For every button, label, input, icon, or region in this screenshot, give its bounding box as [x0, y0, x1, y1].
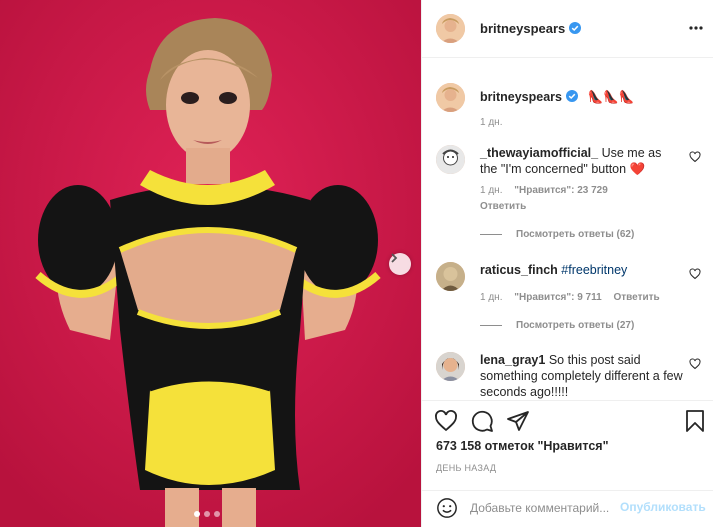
- smiley-icon[interactable]: [436, 497, 458, 519]
- likes-count[interactable]: 673 158 отметок "Нравится": [436, 439, 609, 453]
- divider-line: [480, 234, 502, 235]
- divider-line: [480, 325, 502, 326]
- caption-text: 👠👠👠: [587, 90, 635, 104]
- post-photo[interactable]: [0, 0, 421, 527]
- red-heart-emoji: ❤️: [629, 162, 646, 176]
- bookmark-icon[interactable]: [683, 409, 707, 433]
- carousel-dot: [204, 511, 210, 517]
- comment-icon[interactable]: [470, 409, 494, 433]
- verified-badge-icon: [569, 22, 582, 34]
- add-comment-bar: Опубликовать: [422, 490, 713, 527]
- post-date[interactable]: ДЕНЬ НАЗАД: [436, 463, 496, 473]
- comment-time[interactable]: 1 дн.: [480, 292, 502, 303]
- avatar-image: [436, 352, 465, 381]
- reply-button[interactable]: Ответить: [613, 292, 659, 303]
- comment-likes[interactable]: "Нравится": 23 729: [514, 185, 608, 196]
- carousel-indicator: [194, 511, 220, 517]
- post-header: britneyspears: [422, 0, 713, 58]
- view-replies-label[interactable]: Посмотреть ответы (27): [516, 320, 634, 331]
- comment-like-heart-icon[interactable]: [689, 151, 701, 163]
- avatar-image: [436, 14, 465, 43]
- avatar-image: [436, 83, 465, 112]
- caption-avatar[interactable]: [436, 83, 465, 112]
- comment-username[interactable]: lena_gray1: [480, 353, 545, 367]
- comment-input[interactable]: [470, 499, 615, 517]
- comment-avatar[interactable]: [436, 262, 465, 291]
- comment-like-heart-icon[interactable]: [689, 358, 701, 370]
- author-username[interactable]: britneyspears: [480, 21, 582, 36]
- photo-illustration: [0, 0, 421, 527]
- carousel-dot-active: [194, 511, 200, 517]
- comment-avatar[interactable]: [436, 352, 465, 381]
- author-avatar[interactable]: [436, 14, 465, 43]
- comment-username[interactable]: _thewayiamofficial_: [480, 146, 598, 160]
- heart-outline-icon[interactable]: [434, 409, 458, 433]
- avatar-image: [436, 262, 465, 291]
- verified-badge-icon: [565, 90, 578, 102]
- post-actions: 673 158 отметок "Нравится" ДЕНЬ НАЗАД: [422, 400, 713, 490]
- comments-list[interactable]: britneyspears 👠👠👠 1 дн. _thewayiamoffici…: [422, 58, 713, 400]
- comment-likes[interactable]: "Нравится": 9 711: [514, 292, 601, 303]
- caption-time[interactable]: 1 дн.: [480, 117, 502, 128]
- next-photo-button[interactable]: [389, 253, 411, 275]
- caption-username[interactable]: britneyspears: [480, 90, 562, 104]
- comment-avatar[interactable]: [436, 145, 465, 174]
- reply-button[interactable]: Ответить: [480, 201, 526, 212]
- carousel-dot: [214, 511, 220, 517]
- view-replies-button[interactable]: Посмотреть ответы (27): [480, 320, 634, 331]
- author-username-text[interactable]: britneyspears: [480, 21, 565, 36]
- avatar-image: [436, 145, 465, 174]
- post-side-panel: britneyspears britneyspears 👠👠👠 1 дн. _t…: [421, 0, 713, 527]
- hashtag-link[interactable]: #freebritney: [561, 263, 627, 277]
- publish-button[interactable]: Опубликовать: [620, 500, 706, 514]
- view-replies-label[interactable]: Посмотреть ответы (62): [516, 229, 634, 240]
- view-replies-button[interactable]: Посмотреть ответы (62): [480, 229, 634, 240]
- comment-username[interactable]: raticus_finch: [480, 263, 558, 277]
- comment-time[interactable]: 1 дн.: [480, 185, 502, 196]
- more-horizontal-icon[interactable]: [688, 20, 704, 36]
- paper-plane-icon[interactable]: [506, 409, 530, 433]
- instagram-post: britneyspears britneyspears 👠👠👠 1 дн. _t…: [0, 0, 713, 527]
- comment-like-heart-icon[interactable]: [689, 268, 701, 280]
- chevron-right-icon: [391, 253, 398, 263]
